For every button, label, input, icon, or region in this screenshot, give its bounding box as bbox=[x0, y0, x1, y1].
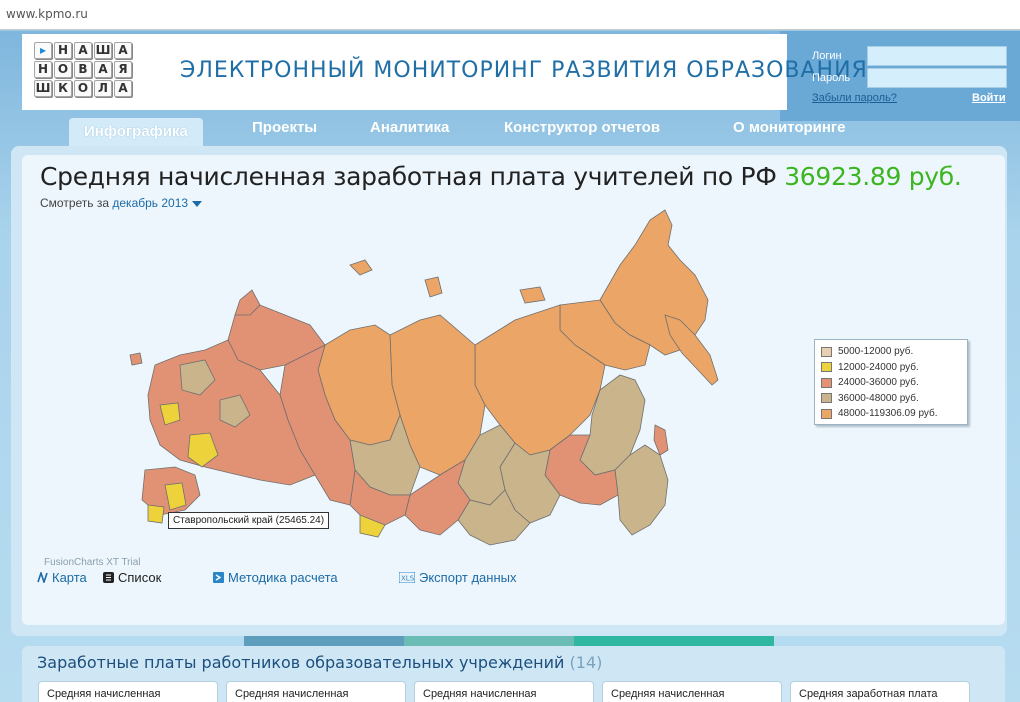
map-region[interactable] bbox=[653, 424, 669, 456]
logo-tile: Ш bbox=[34, 80, 52, 97]
logo-tile: А bbox=[74, 42, 92, 59]
logo-tile: А bbox=[94, 61, 112, 78]
salary-card[interactable]: Средняя начисленная bbox=[226, 681, 406, 702]
map-region[interactable] bbox=[147, 504, 165, 524]
logo-tile: В bbox=[74, 61, 92, 78]
logo-tile: О bbox=[54, 61, 72, 78]
headline-text: Средняя начисленная заработная плата учи… bbox=[40, 162, 777, 191]
login-form: Логин Пароль Забыли пароль? Войти bbox=[800, 38, 1020, 110]
map-view-link[interactable]: Карта bbox=[37, 570, 87, 585]
logo-tile: Н bbox=[54, 42, 72, 59]
legend-swatch bbox=[821, 346, 832, 357]
login-button[interactable]: Войти bbox=[972, 92, 1006, 104]
russia-regions-map[interactable] bbox=[120, 205, 730, 555]
list-icon bbox=[103, 572, 114, 583]
xls-icon: XLS bbox=[399, 572, 415, 583]
period-label: Смотреть за bbox=[40, 196, 110, 210]
headline-amount: 36923.89 руб. bbox=[784, 162, 962, 191]
legend-label: 12000-24000 руб. bbox=[838, 361, 919, 373]
login-input[interactable] bbox=[867, 46, 1007, 66]
list-view-link[interactable]: Список bbox=[103, 570, 161, 585]
password-input[interactable] bbox=[867, 68, 1007, 88]
password-label: Пароль bbox=[812, 72, 851, 84]
svg-text:XLS: XLS bbox=[401, 575, 415, 583]
legend-swatch bbox=[821, 393, 832, 404]
legend-label: 36000-48000 руб. bbox=[838, 392, 919, 404]
export-data-link[interactable]: XLS Экспорт данных bbox=[399, 570, 516, 585]
legend-item[interactable]: 5000-12000 руб. bbox=[821, 344, 961, 360]
legend-swatch bbox=[821, 377, 832, 388]
logo-tile: Н bbox=[34, 61, 52, 78]
site-title: ЭЛЕКТРОННЫЙ МОНИТОРИНГ РАЗВИТИЯ ОБРАЗОВА… bbox=[180, 58, 868, 83]
tab-infographics[interactable]: Инфографика bbox=[69, 118, 203, 146]
tab-projects[interactable]: Проекты bbox=[252, 119, 317, 136]
tab-report-builder[interactable]: Конструктор отчетов bbox=[504, 119, 660, 136]
tab-analytics[interactable]: Аналитика bbox=[370, 119, 449, 136]
main-nav: Инфографика Проекты Аналитика Конструкто… bbox=[0, 115, 1020, 147]
map-region[interactable] bbox=[424, 276, 443, 298]
browser-url-bar[interactable]: www.kpmo.ru bbox=[0, 0, 1020, 30]
map-icon bbox=[37, 572, 48, 583]
region-tooltip: Ставропольский край (25465.24) bbox=[168, 512, 330, 529]
forgot-password-link[interactable]: Забыли пароль? bbox=[812, 92, 897, 104]
salary-card[interactable]: Средняя заработная плата bbox=[790, 681, 970, 702]
logo-tile: К bbox=[54, 80, 72, 97]
salary-card[interactable]: Средняя начисленная bbox=[414, 681, 594, 702]
method-link[interactable]: Методика расчета bbox=[213, 570, 338, 585]
legend-swatch bbox=[821, 362, 832, 373]
login-label: Логин bbox=[812, 50, 842, 62]
legend-item[interactable]: 36000-48000 руб. bbox=[821, 391, 961, 407]
salary-card[interactable]: Средняя начисленная bbox=[38, 681, 218, 702]
map-legend: 5000-12000 руб. 12000-24000 руб. 24000-360… bbox=[814, 339, 968, 425]
logo-tile: А bbox=[114, 42, 132, 59]
logo-row: ▸ Н А Ш А bbox=[34, 42, 152, 59]
logo-tile: О bbox=[74, 80, 92, 97]
legend-item[interactable]: 48000-119306.09 руб. bbox=[821, 406, 961, 422]
logo-row: ШКОЛА bbox=[34, 80, 152, 97]
method-icon bbox=[213, 572, 224, 583]
legend-item[interactable]: 24000-36000 руб. bbox=[821, 375, 961, 391]
tab-about-monitoring[interactable]: О мониторинге bbox=[733, 119, 846, 136]
legend-label: 5000-12000 руб. bbox=[838, 346, 914, 358]
map-region[interactable] bbox=[349, 259, 373, 276]
section-title: Заработные платы работников образователь… bbox=[37, 653, 603, 672]
logo-tile: Я bbox=[114, 61, 132, 78]
url-text[interactable]: www.kpmo.ru bbox=[6, 7, 88, 21]
logo-tile: ▸ bbox=[34, 42, 52, 59]
logo-tile: Л bbox=[94, 80, 112, 97]
legend-item[interactable]: 12000-24000 руб. bbox=[821, 360, 961, 376]
logo-tile: Ш bbox=[94, 42, 112, 59]
map-region[interactable] bbox=[519, 286, 546, 304]
legend-label: 48000-119306.09 руб. bbox=[838, 408, 938, 420]
site-logo[interactable]: ▸ Н А Ш А Н О В А Я Ш К О Л А bbox=[34, 42, 152, 102]
section-count: (14) bbox=[569, 653, 603, 672]
map-region[interactable] bbox=[129, 352, 143, 366]
page-title: Средняя начисленная заработная плата учи… bbox=[40, 162, 962, 191]
site-header: ▸ Н А Ш А Н О В А Я Ш К О Л А ЭЛЕКТРОННЫЙ МОНИТОРИНГ Р… bbox=[22, 34, 867, 110]
legend-label: 24000-36000 руб. bbox=[838, 377, 919, 389]
logo-row: НОВАЯ bbox=[34, 61, 152, 78]
legend-swatch bbox=[821, 408, 832, 419]
salary-card[interactable]: Средняя начисленная bbox=[602, 681, 782, 702]
trial-watermark: FusionCharts XT Trial bbox=[44, 557, 141, 568]
logo-tile: А bbox=[114, 80, 132, 97]
